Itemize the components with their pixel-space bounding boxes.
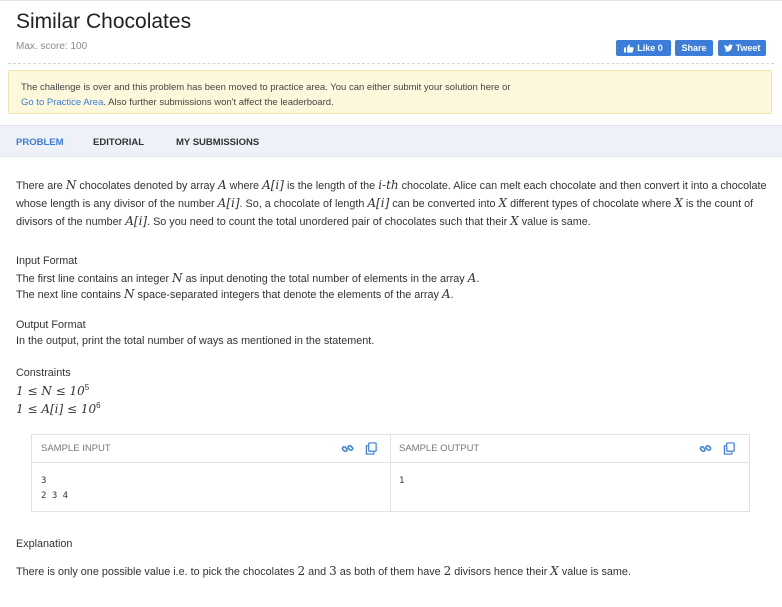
tab-my-submissions[interactable]: MY SUBMISSIONS xyxy=(176,137,259,148)
explanation-part: value is same. xyxy=(561,566,631,578)
page-title: Similar Chocolates xyxy=(16,10,192,33)
explanation-part: as both of them have xyxy=(339,566,441,578)
input-format-text: The next line contains xyxy=(16,289,122,301)
input-format-line-1: The first line contains an integer N as … xyxy=(16,271,480,285)
math-a: A xyxy=(217,178,227,192)
tweet-label: Tweet xyxy=(735,43,761,53)
top-border xyxy=(0,0,782,1)
explanation-part: There is only one possible value i.e. to… xyxy=(16,566,295,578)
explanation-part: divisors hence their xyxy=(454,566,548,578)
tab-problem[interactable]: PROBLEM xyxy=(16,137,64,148)
math-x: X xyxy=(498,196,508,210)
problem-statement: There are N chocolates denoted by array … xyxy=(16,177,768,231)
input-format-text: space-separated integers that denote the… xyxy=(137,289,439,301)
input-format-text: as input denoting the total number of el… xyxy=(185,273,465,285)
sample-input-label: SAMPLE INPUT xyxy=(41,443,111,454)
copy-icon[interactable] xyxy=(723,442,736,455)
copy-icon[interactable] xyxy=(365,442,378,455)
math-two: 2 xyxy=(443,564,452,578)
notice-line-1: The challenge is over and this problem h… xyxy=(21,82,511,93)
sample-divider xyxy=(390,435,391,511)
explanation-text: There is only one possible value i.e. to… xyxy=(16,564,631,578)
statement-text: . So you need to count the total unorder… xyxy=(147,216,508,228)
statement-text: value is same. xyxy=(521,216,591,228)
output-format-heading: Output Format xyxy=(16,319,86,331)
math-x: X xyxy=(550,564,559,578)
math-a: A xyxy=(441,287,451,301)
explanation-part: and xyxy=(308,566,327,578)
output-format-line: In the output, print the total number of… xyxy=(16,335,375,347)
notice-line-2: . Also further submissions won't affect … xyxy=(103,96,334,108)
sample-output-content: 1 xyxy=(399,476,405,486)
statement-text: different types of chocolate where xyxy=(510,198,672,210)
practice-notice: The challenge is over and this problem h… xyxy=(8,70,772,114)
constraint-1-text: 1 ≤ N ≤ 10 xyxy=(16,384,85,398)
like-label: Like 0 xyxy=(637,43,663,53)
math-ai: A[i] xyxy=(367,196,390,210)
math-n: N xyxy=(172,271,183,285)
input-format-heading: Input Format xyxy=(16,255,78,267)
statement-text: There are xyxy=(16,180,63,192)
sample-header-divider xyxy=(32,462,749,463)
tab-editorial[interactable]: EDITORIAL xyxy=(93,137,144,148)
math-ai: A[i] xyxy=(217,196,240,210)
math-three: 3 xyxy=(329,564,337,578)
math-two: 2 xyxy=(297,564,306,578)
math-n: N xyxy=(124,287,135,301)
link-icon[interactable] xyxy=(699,442,712,455)
share-button[interactable]: Share xyxy=(675,40,713,56)
constraint-2-text: 1 ≤ A[i] ≤ 10 xyxy=(16,402,97,416)
statement-text: is the length of the xyxy=(286,180,376,192)
math-ith: i-th xyxy=(378,178,399,192)
statement-text: . So, a chocolate of length xyxy=(239,198,365,210)
statement-text: can be converted into xyxy=(392,198,496,210)
header-divider xyxy=(8,63,774,64)
constraint-1-exponent: 5 xyxy=(84,383,90,392)
max-score: Max. score: 100 xyxy=(16,41,88,52)
constraint-2: 1 ≤ A[i] ≤ 106 xyxy=(16,401,101,416)
math-x: X xyxy=(674,196,683,210)
sample-output-label: SAMPLE OUTPUT xyxy=(399,443,480,454)
thumbs-up-icon xyxy=(624,43,635,53)
like-button[interactable]: Like 0 xyxy=(616,40,671,56)
sample-io-box: SAMPLE INPUT 3 2 3 4 SAMPLE OUTPUT 1 xyxy=(31,434,750,512)
notice-text: The challenge is over and this problem h… xyxy=(21,81,511,110)
twitter-bird-icon xyxy=(723,44,733,52)
input-format-line-2: The next line contains N space-separated… xyxy=(16,287,454,301)
tweet-button[interactable]: Tweet xyxy=(718,40,766,56)
practice-area-link[interactable]: Go to Practice Area xyxy=(21,97,103,108)
math-ai: A[i] xyxy=(125,214,148,228)
math-x: X xyxy=(510,214,519,228)
link-icon[interactable] xyxy=(341,442,354,455)
sample-input-content: 3 2 3 4 xyxy=(41,476,69,501)
explanation-heading: Explanation xyxy=(16,538,73,550)
problem-tabs: PROBLEM EDITORIAL MY SUBMISSIONS xyxy=(0,125,782,157)
statement-text: where xyxy=(229,180,260,192)
statement-text: chocolates denoted by array xyxy=(79,180,215,192)
math-ai: A[i] xyxy=(262,178,284,192)
constraint-2-exponent: 6 xyxy=(96,401,101,410)
share-label: Share xyxy=(681,43,707,53)
input-format-text: The first line contains an integer xyxy=(16,273,170,285)
math-a: A xyxy=(467,271,477,285)
math-n: N xyxy=(65,178,77,192)
constraint-1: 1 ≤ N ≤ 105 xyxy=(16,383,89,398)
constraints-heading: Constraints xyxy=(16,367,71,379)
